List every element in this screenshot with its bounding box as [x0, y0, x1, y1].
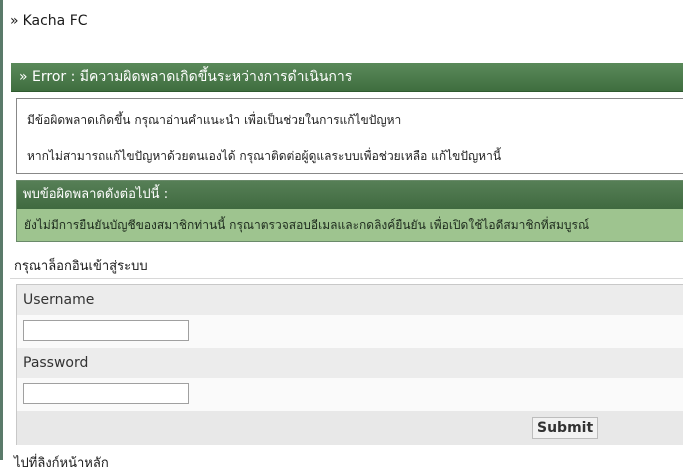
error-details-box: พบข้อผิดพลาดดังต่อไปนี้ : ยังไม่มีการยืน… — [16, 180, 683, 242]
error-details-header: พบข้อผิดพลาดดังต่อไปนี้ : — [17, 181, 683, 209]
chevron-icon: » — [10, 13, 19, 29]
submit-row: Submit — [17, 411, 683, 445]
error-details-message: ยังไม่มีการยืนยันบัญชีของสมาชิกท่านนี้ ก… — [17, 209, 683, 241]
submit-button[interactable]: Submit — [532, 417, 599, 439]
error-line-1: มีข้อผิดพลาดเกิดขึ้น กรุณาอ่านคำแนะนำ เพ… — [27, 113, 402, 127]
username-input[interactable] — [23, 320, 189, 341]
username-label: Username — [17, 285, 683, 316]
password-row — [17, 378, 683, 412]
site-title-label: Kacha FC — [22, 13, 88, 29]
error-line-2: หากไม่สามารถแก้ไขปัญหาด้วยตนเองได้ กรุณา… — [27, 149, 502, 163]
username-row — [17, 315, 683, 349]
error-header: » Error : มีความผิดพลาดเกิดขึ้นระหว่างกา… — [11, 63, 683, 92]
login-form: Username Password Submit — [16, 284, 683, 445]
left-border — [0, 0, 3, 460]
password-label: Password — [17, 348, 683, 379]
site-title[interactable]: » Kacha FC — [10, 13, 88, 29]
login-prompt: กรุณาล็อกอินเข้าสู่ระบบ — [14, 259, 148, 274]
divider — [10, 278, 683, 279]
error-body: มีข้อผิดพลาดเกิดขึ้น กรุณาอ่านคำแนะนำ เพ… — [16, 98, 683, 174]
password-input[interactable] — [23, 383, 189, 404]
footer-link[interactable]: ไปที่ลิงก์หน้าหลัก — [14, 452, 109, 473]
